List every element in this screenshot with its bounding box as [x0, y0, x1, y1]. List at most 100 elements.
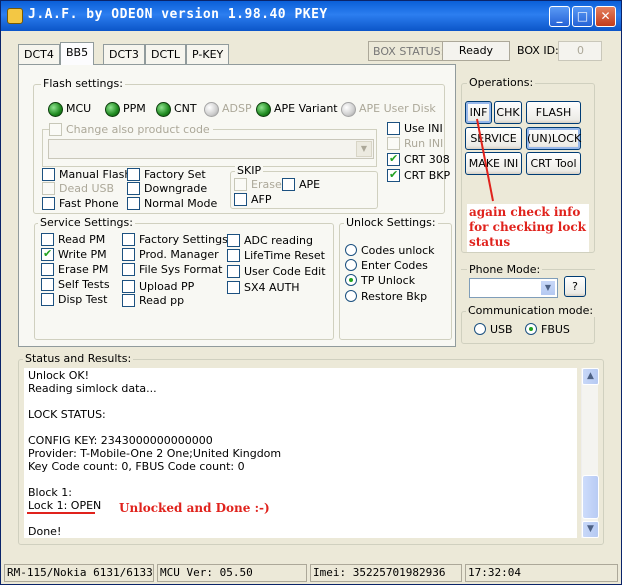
factory-settings-checkbox[interactable]: Factory Settings	[122, 233, 228, 248]
run-ini-checkbox[interactable]: Run INI	[387, 137, 443, 152]
use-ini-checkbox[interactable]: Use INI	[387, 122, 443, 137]
status-led-icon	[156, 102, 171, 117]
checkbox-box	[41, 233, 54, 246]
cnt-led[interactable]: CNT	[156, 102, 197, 117]
statusbar-mcu-version: MCU Ver: 05.50	[157, 564, 307, 582]
crt-tool-button[interactable]: CRT Tool	[526, 152, 581, 175]
title-bar[interactable]: J.A.F. by ODEON version 1.98.40 PKEY _ □…	[1, 1, 621, 31]
crt-bkp-checkbox[interactable]: CRT BKP	[387, 168, 451, 184]
flash-button[interactable]: FLASH	[526, 101, 581, 124]
app-icon	[7, 8, 23, 24]
erase-pm-checkbox[interactable]: Erase PM	[41, 263, 108, 278]
minimize-button[interactable]: _	[549, 6, 570, 27]
product-code-select[interactable]: ▼	[48, 139, 374, 159]
service-settings-label: Service Settings:	[38, 216, 135, 229]
checkbox-box	[387, 168, 400, 182]
fbus-radio[interactable]: FBUS	[525, 323, 570, 338]
checkbox-box	[387, 122, 400, 135]
dead-usb-checkbox[interactable]: Dead USB	[42, 182, 114, 197]
scroll-up-icon[interactable]: ▲	[582, 368, 599, 385]
tp-unlock-radio[interactable]: TP Unlock	[345, 274, 415, 289]
manual-flash-checkbox[interactable]: Manual Flash	[42, 168, 131, 183]
ppm-led[interactable]: PPM	[105, 102, 146, 117]
phone-mode-help-button[interactable]: ?	[564, 276, 586, 297]
status-scrollbar[interactable]: ▲ ▼	[581, 368, 599, 538]
write-pm-checkbox[interactable]: Write PM	[41, 247, 107, 263]
tab-dct4[interactable]: DCT4	[18, 44, 60, 64]
checkbox-box	[127, 168, 140, 181]
downgrade-checkbox[interactable]: Downgrade	[127, 182, 207, 197]
led-label: CNT	[174, 102, 197, 115]
normal-mode-checkbox[interactable]: Normal Mode	[127, 197, 217, 212]
checkbox-label: Write PM	[58, 248, 107, 261]
box-id-field[interactable]: 0	[558, 41, 602, 61]
factory-set-checkbox[interactable]: Factory Set	[127, 168, 206, 183]
crt-308-checkbox[interactable]: CRT 308	[387, 152, 450, 168]
checkbox-box	[227, 234, 240, 247]
checkbox-label: SX4 AUTH	[244, 281, 300, 294]
adsp-led[interactable]: ADSP	[204, 102, 252, 117]
prod-manager-checkbox[interactable]: Prod. Manager	[122, 248, 219, 263]
skip-ape-checkbox[interactable]: APE	[282, 178, 320, 193]
radio-label: Enter Codes	[361, 259, 428, 272]
change-product-code-checkbox[interactable]: Change also product code	[49, 123, 213, 138]
codes-unlock-radio[interactable]: Codes unlock	[345, 244, 435, 259]
sx4-auth-checkbox[interactable]: SX4 AUTH	[227, 281, 300, 296]
checkbox-label: Factory Set	[144, 168, 206, 181]
chevron-down-icon[interactable]: ▼	[540, 280, 556, 296]
tab-bb5[interactable]: BB5	[60, 42, 95, 65]
mcu-led[interactable]: MCU	[48, 102, 91, 117]
restore-bkp-radio[interactable]: Restore Bkp	[345, 290, 427, 305]
scroll-thumb[interactable]	[582, 475, 599, 519]
log-line: Unlock OK!	[28, 369, 90, 382]
checkbox-label: APE	[299, 178, 321, 191]
checkbox-label: Downgrade	[144, 182, 208, 195]
checkbox-label: Erase PM	[58, 263, 109, 276]
close-button[interactable]: ✕	[595, 6, 616, 27]
scroll-down-icon[interactable]: ▼	[582, 521, 599, 538]
enter-codes-radio[interactable]: Enter Codes	[345, 259, 428, 274]
tab-dctl[interactable]: DCTL	[145, 44, 186, 64]
checkbox-label: ADC reading	[244, 234, 313, 247]
tab-p-key[interactable]: P-KEY	[186, 44, 230, 64]
status-results-label: Status and Results:	[23, 352, 134, 365]
checkbox-label: CRT BKP	[404, 169, 451, 182]
ape-variant-led[interactable]: APE Variant	[256, 102, 338, 117]
skip-erase-checkbox[interactable]: Erase	[234, 178, 282, 193]
flash-settings-label: Flash settings:	[41, 77, 125, 90]
read-pm-checkbox[interactable]: Read PM	[41, 233, 105, 248]
annotation-underline	[27, 512, 95, 514]
tab-dct3[interactable]: DCT3	[103, 44, 145, 64]
skip-afp-checkbox[interactable]: AFP	[234, 193, 272, 208]
self-tests-checkbox[interactable]: Self Tests	[41, 278, 110, 293]
log-line: Provider: T-Mobile-One 2 One;United King…	[28, 447, 282, 460]
checkbox-box	[42, 197, 55, 210]
checkbox-box	[122, 248, 135, 261]
chevron-down-icon[interactable]: ▼	[356, 141, 372, 157]
checkbox-box	[127, 182, 140, 195]
user-code-edit-checkbox[interactable]: User Code Edit	[227, 265, 326, 280]
checkbox-label: LifeTime Reset	[244, 249, 325, 262]
unlock-button[interactable]: (UN)LOCK	[526, 127, 581, 150]
led-label: MCU	[66, 102, 92, 115]
ape-user-disk-led[interactable]: APE User Disk	[341, 102, 436, 117]
checkbox-label: Disp Test	[58, 293, 108, 306]
adc-reading-checkbox[interactable]: ADC reading	[227, 234, 313, 249]
checkbox-label: Change also product code	[66, 123, 210, 136]
fast-phone-checkbox[interactable]: Fast Phone	[42, 197, 119, 212]
log-line: Key Code count: 0, FBUS Code count: 0	[28, 460, 245, 473]
phone-mode-select[interactable]: ▼	[469, 278, 558, 298]
disp-test-checkbox[interactable]: Disp Test	[41, 293, 107, 308]
checkbox-label: Read PM	[58, 233, 106, 246]
read-pp-checkbox[interactable]: Read pp	[122, 294, 184, 309]
status-log[interactable]: Unlock OK! Reading simlock data... LOCK …	[24, 368, 577, 538]
lifetime-reset-checkbox[interactable]: LifeTime Reset	[227, 249, 325, 264]
checkbox-box	[282, 178, 295, 191]
file-sys-format-checkbox[interactable]: File Sys Format	[122, 263, 222, 278]
checkbox-label: Use INI	[404, 122, 443, 135]
usb-radio[interactable]: USB	[474, 323, 513, 338]
upload-pp-checkbox[interactable]: Upload PP	[122, 280, 194, 295]
radio-label: USB	[490, 323, 513, 336]
maximize-button[interactable]: □	[572, 6, 593, 27]
skip-label: SKIP	[235, 164, 264, 177]
